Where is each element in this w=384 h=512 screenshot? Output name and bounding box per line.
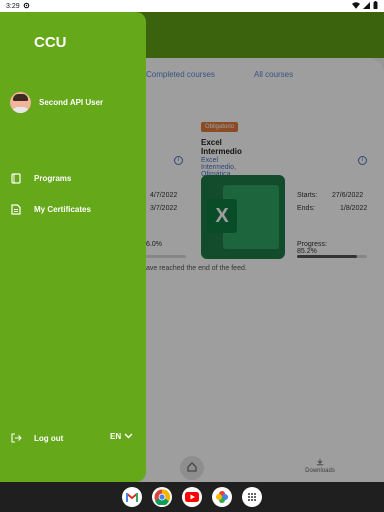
language-label: EN bbox=[110, 432, 122, 441]
battery-icon bbox=[373, 1, 378, 11]
status-bar: 3:29 bbox=[0, 0, 384, 12]
settings-status-icon bbox=[23, 2, 30, 11]
app-drawer-icon[interactable] bbox=[242, 487, 262, 507]
wifi-icon bbox=[352, 1, 360, 11]
menu-item-programs[interactable]: Programs bbox=[10, 172, 71, 184]
menu-label-programs: Programs bbox=[34, 173, 72, 183]
ccu-logo: CCU bbox=[34, 34, 67, 51]
book-icon bbox=[10, 172, 22, 184]
user-profile[interactable]: Second API User bbox=[10, 92, 103, 113]
logout-button[interactable]: Log out bbox=[10, 432, 63, 444]
screen: 3:29 Completed courses All courses i 4/7… bbox=[0, 0, 384, 512]
avatar-shirt bbox=[12, 107, 29, 113]
signal-icon bbox=[363, 1, 370, 11]
menu-item-my-certificates[interactable]: My Certificates bbox=[10, 203, 91, 215]
certificate-icon bbox=[10, 203, 22, 215]
photos-icon[interactable] bbox=[212, 487, 232, 507]
logout-icon bbox=[10, 432, 22, 444]
status-time: 3:29 bbox=[6, 2, 20, 10]
avatar-hair bbox=[13, 94, 28, 101]
logout-label: Log out bbox=[34, 433, 64, 443]
android-taskbar bbox=[0, 482, 384, 512]
navigation-drawer: CCU Second API User Programs My Certific… bbox=[0, 12, 146, 482]
gmail-icon[interactable] bbox=[122, 487, 142, 507]
youtube-icon[interactable] bbox=[182, 487, 202, 507]
chevron-down-icon bbox=[124, 432, 133, 441]
menu-label-my-certificates: My Certificates bbox=[34, 204, 91, 214]
chrome-icon[interactable] bbox=[152, 487, 172, 507]
user-name: Second API User bbox=[39, 98, 104, 107]
avatar bbox=[10, 92, 31, 113]
language-selector[interactable]: EN bbox=[110, 432, 133, 441]
status-left: 3:29 bbox=[6, 2, 30, 11]
status-right bbox=[352, 1, 378, 11]
logo-text: CCU bbox=[34, 34, 67, 51]
